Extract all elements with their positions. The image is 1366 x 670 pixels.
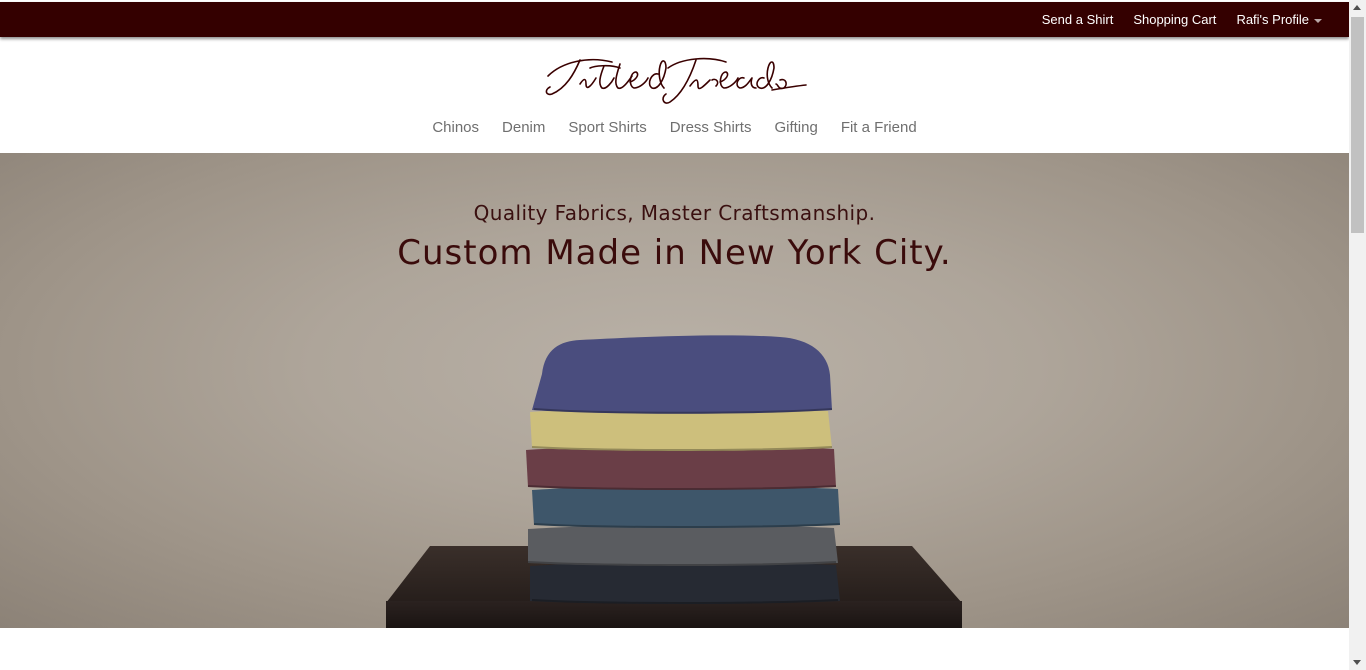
- top-links: Send a Shirt Shopping Cart Rafi's Profil…: [1022, 2, 1322, 37]
- hero-banner: Quality Fabrics, Master Craftsmanship. C…: [0, 153, 1349, 628]
- fabric-navy: [532, 335, 832, 414]
- hero-title: Custom Made in New York City.: [397, 233, 952, 273]
- nav-item-fit-a-friend[interactable]: Fit a Friend: [841, 119, 917, 141]
- hero-subtitle: Quality Fabrics, Master Craftsmanship.: [473, 201, 876, 225]
- page: Send a Shirt Shopping Cart Rafi's Profil…: [0, 0, 1349, 670]
- main-nav: Chinos Denim Sport Shirts Dress Shirts G…: [0, 119, 1349, 141]
- top-bar: Send a Shirt Shopping Cart Rafi's Profil…: [0, 2, 1349, 37]
- fabric-teal: [532, 486, 840, 528]
- shopping-cart-link[interactable]: Shopping Cart: [1133, 12, 1216, 27]
- nav-item-gifting[interactable]: Gifting: [774, 119, 817, 141]
- fabric-gray: [528, 525, 838, 566]
- logo-signature-icon: [545, 57, 807, 104]
- profile-menu[interactable]: Rafi's Profile: [1236, 12, 1322, 27]
- send-a-shirt-link[interactable]: Send a Shirt: [1042, 12, 1114, 27]
- scroll-up-arrow-icon[interactable]: [1353, 5, 1361, 10]
- scrollbar[interactable]: [1349, 0, 1366, 670]
- profile-menu-label: Rafi's Profile: [1236, 12, 1309, 27]
- fabric-black: [530, 562, 840, 604]
- nav-item-dress-shirts[interactable]: Dress Shirts: [670, 119, 752, 141]
- fabric-maroon: [526, 446, 836, 490]
- table-front: [386, 601, 962, 628]
- nav-item-sport-shirts[interactable]: Sport Shirts: [568, 119, 646, 141]
- nav-item-denim[interactable]: Denim: [502, 119, 545, 141]
- scroll-down-arrow-icon[interactable]: [1353, 660, 1361, 665]
- scroll-thumb[interactable]: [1351, 17, 1364, 233]
- site-logo[interactable]: [540, 50, 810, 108]
- caret-down-icon: [1314, 18, 1322, 23]
- fabric-yellow: [530, 408, 832, 451]
- nav-item-chinos[interactable]: Chinos: [432, 119, 479, 141]
